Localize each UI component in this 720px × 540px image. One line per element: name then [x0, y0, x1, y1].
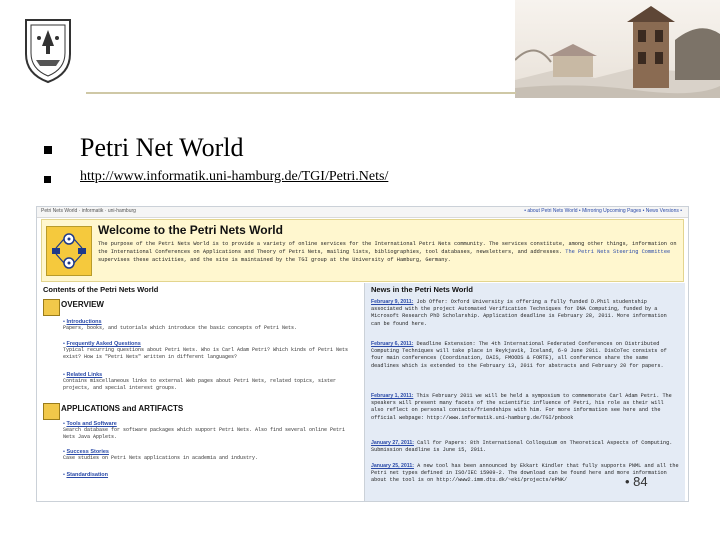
applications-section-title: APPLICATIONS and ARTIFACTS: [61, 404, 184, 413]
list-item: • Related Links Contains miscellaneous l…: [63, 372, 353, 392]
list-item-desc: Contains miscellaneous links to external…: [63, 378, 337, 391]
news-date-link[interactable]: January 25, 2011:: [371, 463, 414, 469]
welcome-text: The purpose of the Petri Nets World is t…: [98, 240, 678, 264]
list-item-desc: Papers, books, and tutorials which intro…: [63, 325, 298, 331]
university-seal-logo: [25, 19, 71, 84]
overview-section-icon: [43, 299, 60, 316]
welcome-title: Welcome to the Petri Nets World: [98, 223, 283, 237]
list-item-desc: Case studies on Petri Nets applications …: [63, 455, 259, 461]
list-item-desc: Search database for software packages wh…: [63, 427, 346, 440]
news-text: Deadline Extension: The 4th Internationa…: [371, 341, 667, 369]
applications-section-icon: [43, 403, 60, 420]
contents-column: Contents of the Petri Nets World OVERVIE…: [41, 283, 363, 501]
news-item: January 27, 2011: Call for Papers: 8th I…: [371, 440, 679, 454]
list-item: • Introductions Papers, books, and tutor…: [63, 319, 353, 332]
bullet-square-1: [44, 146, 52, 154]
news-column: News in the Petri Nets World February 9,…: [364, 283, 685, 501]
welcome-header: Welcome to the Petri Nets World The purp…: [41, 219, 684, 282]
overview-section-title: OVERVIEW: [61, 300, 104, 309]
news-text: Call for Papers: 8th International Collo…: [371, 440, 673, 454]
browser-top-bar: Petri Nets World · informatik · uni-hamb…: [37, 207, 688, 218]
news-date-link[interactable]: January 27, 2011:: [371, 440, 414, 446]
contents-title: Contents of the Petri Nets World: [43, 285, 159, 294]
news-date-link[interactable]: February 1, 2011:: [371, 393, 413, 399]
website-screenshot: Petri Nets World · informatik · uni-hamb…: [36, 206, 689, 502]
petri-nets-world-url[interactable]: http://www.informatik.uni-hamburg.de/TGI…: [80, 169, 388, 185]
steering-committee-link[interactable]: The Petri Nets Steering Committee: [565, 249, 670, 255]
news-text: This February 2011 we will be held a sym…: [371, 393, 672, 421]
news-date-link[interactable]: February 9, 2011:: [371, 299, 413, 305]
news-text: Job Offer: Oxford University is offering…: [371, 299, 667, 327]
header-rule: [86, 92, 516, 94]
bullet-square-2: [44, 176, 51, 183]
list-item: • Success Stories Case studies on Petri …: [63, 449, 353, 462]
list-item-desc: Typical recurring questions about Petri …: [63, 347, 349, 360]
news-item: February 1, 2011: This February 2011 we …: [371, 393, 679, 422]
site-top-links[interactable]: • about Petri Nets World • Mirroring Upc…: [524, 208, 682, 214]
slide-bullet-title: Petri Net World: [80, 133, 244, 162]
news-item: February 9, 2011: Job Offer: Oxford Univ…: [371, 299, 679, 328]
site-top-left-text: Petri Nets World · informatik · uni-hamb…: [41, 208, 136, 214]
list-item: • Standardisation: [63, 472, 109, 478]
petri-net-logo-icon: [46, 226, 92, 276]
standardisation-link[interactable]: Standardisation: [66, 472, 108, 478]
campus-banner-image: [515, 0, 720, 98]
welcome-text-part-2: supervises these activities, and the sit…: [98, 257, 451, 263]
list-item: • Frequently Asked Questions Typical rec…: [63, 341, 353, 361]
page-number: • 84: [625, 474, 648, 489]
news-title: News in the Petri Nets World: [371, 285, 473, 294]
news-date-link[interactable]: February 6, 2011:: [371, 341, 413, 347]
news-item: February 6, 2011: Deadline Extension: Th…: [371, 341, 679, 370]
list-item: • Tools and Software Search database for…: [63, 421, 353, 441]
